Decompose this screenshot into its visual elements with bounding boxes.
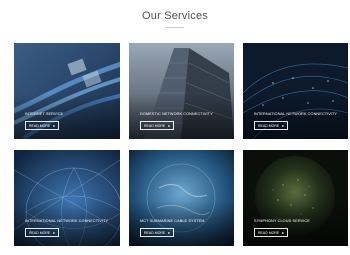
read-more-label: READ MORE bbox=[144, 231, 166, 235]
service-card-internet[interactable]: INTERNET SERVICE READ MORE ▸ bbox=[14, 43, 120, 139]
service-title: SYMPHONY CLOUD SERVICE bbox=[254, 219, 310, 224]
services-section: Our Services INTERNET SERVICE READ MORE ▸ bbox=[0, 0, 350, 255]
service-title: INTERNET SERVICE bbox=[25, 112, 64, 117]
read-more-label: READ MORE bbox=[29, 124, 51, 128]
read-more-button[interactable]: READ MORE ▸ bbox=[254, 228, 289, 237]
read-more-label: READ MORE bbox=[29, 231, 51, 235]
read-more-button[interactable]: READ MORE ▸ bbox=[140, 121, 175, 130]
section-title: Our Services bbox=[142, 10, 208, 22]
read-more-button[interactable]: READ MORE ▸ bbox=[25, 228, 60, 237]
arrow-right-icon: ▸ bbox=[282, 123, 285, 128]
read-more-label: READ MORE bbox=[144, 124, 166, 128]
title-divider bbox=[166, 27, 184, 28]
arrow-right-icon: ▸ bbox=[282, 230, 285, 235]
service-title: INTERNATIONAL NETWORK CONNECTIVITY bbox=[25, 219, 109, 224]
service-title: MCT SUBMARINE CABLE SYSTEM bbox=[140, 219, 205, 224]
read-more-button[interactable]: READ MORE ▸ bbox=[140, 228, 175, 237]
arrow-right-icon: ▸ bbox=[53, 123, 56, 128]
service-card-international[interactable]: INTERNATIONAL NETWORK CONNECTIVITY READ … bbox=[243, 43, 348, 139]
read-more-label: READ MORE bbox=[258, 124, 280, 128]
service-card-cloud[interactable]: SYMPHONY CLOUD SERVICE READ MORE ▸ bbox=[243, 150, 348, 246]
arrow-right-icon: ▸ bbox=[53, 230, 56, 235]
service-card-international-globe[interactable]: INTERNATIONAL NETWORK CONNECTIVITY READ … bbox=[14, 150, 120, 246]
arrow-right-icon: ▸ bbox=[168, 230, 171, 235]
arrow-right-icon: ▸ bbox=[168, 123, 171, 128]
service-title: INTERNATIONAL NETWORK CONNECTIVITY bbox=[254, 112, 338, 117]
read-more-button[interactable]: READ MORE ▸ bbox=[25, 121, 60, 130]
service-card-submarine[interactable]: MCT SUBMARINE CABLE SYSTEM READ MORE ▸ bbox=[129, 150, 234, 246]
services-grid: INTERNET SERVICE READ MORE ▸ DOMESTIC NE… bbox=[14, 43, 348, 246]
read-more-button[interactable]: READ MORE ▸ bbox=[254, 121, 289, 130]
read-more-label: READ MORE bbox=[258, 231, 280, 235]
service-card-domestic[interactable]: DOMESTIC NETWORK CONNECTIVITY READ MORE ▸ bbox=[129, 43, 234, 139]
service-title: DOMESTIC NETWORK CONNECTIVITY bbox=[140, 112, 213, 117]
